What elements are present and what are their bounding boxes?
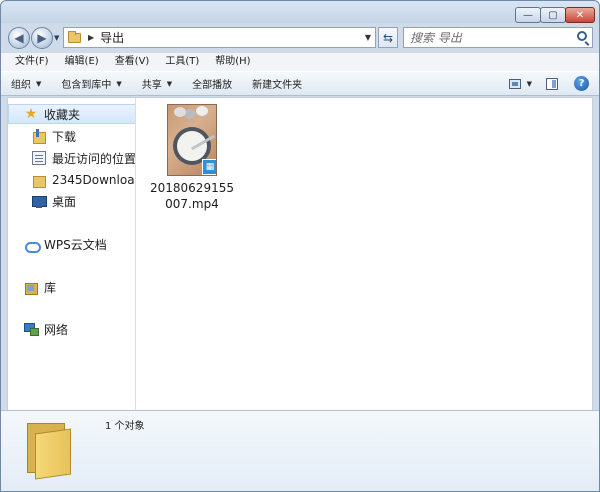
nav-wps-cloud-label: WPS云文档 [44,237,107,252]
cloud-icon [24,237,41,253]
address-bar[interactable]: ▶ 导出 ▼ [63,27,376,48]
nav-recent-label: 最近访问的位置 [52,151,136,166]
organize-button[interactable]: 组织 ▼ [11,76,42,92]
new-folder-button[interactable]: 新建文件夹 [252,76,302,91]
video-file-icon: ▦ [202,159,216,175]
details-pane: 1 个对象 [1,410,599,491]
nav-libraries[interactable]: 库 [8,277,135,297]
item-count: 1 个对象 [105,421,145,432]
minimize-button[interactable]: — [515,7,541,23]
menu-file[interactable]: 文件(F) [7,53,57,71]
nav-downloads[interactable]: 下载 [8,126,135,146]
maximize-button[interactable]: ▢ [540,7,566,23]
back-button[interactable]: ◀ [8,27,30,49]
view-controls: ▼ ? [508,76,589,91]
chevron-down-icon: ▼ [36,79,42,88]
refresh-button[interactable]: ⇆ [378,27,398,48]
breadcrumb-current[interactable]: 导出 [100,29,124,46]
folder-large-icon [23,419,75,480]
recent-pages-dropdown[interactable]: ▼ [54,34,59,42]
menu-view[interactable]: 查看(V) [107,53,158,71]
organize-label: 组织 [11,80,31,91]
explorer-window: — ▢ ✕ ◀ ▶ ▼ ▶ 导出 ▼ ⇆ 文件(F) 编辑(E) 查看(V) 工… [0,0,600,492]
nav-downloads-label: 下载 [52,129,77,144]
navigation-pane[interactable]: ★ 收藏夹 下载 最近访问的位置 2345Downloads 桌面 WPS [8,98,136,410]
nav-libraries-label: 库 [44,280,57,295]
file-item-video[interactable]: ▦ 20180629155007.mp4 [150,104,234,212]
address-history-dropdown[interactable]: ▼ [365,33,371,42]
folder-icon [32,173,46,188]
preview-pane-icon[interactable] [546,77,558,90]
menu-bar: 文件(F) 编辑(E) 查看(V) 工具(T) 帮助(H) [1,53,599,71]
close-button[interactable]: ✕ [565,7,595,23]
file-name: 20180629155007.mp4 [150,181,234,211]
nav-desktop-label: 桌面 [52,194,77,209]
share-button[interactable]: 共享 ▼ [141,76,173,92]
file-list[interactable]: ▦ 20180629155007.mp4 [138,98,592,410]
nav-2345downloads-label: 2345Downloads [52,173,135,187]
help-icon[interactable]: ? [574,76,589,91]
change-view-icon[interactable] [508,78,521,89]
download-folder-icon [32,129,46,144]
refresh-icon: ⇆ [382,30,394,45]
nav-2345downloads[interactable]: 2345Downloads [8,170,135,190]
menu-edit[interactable]: 编辑(E) [57,53,107,71]
breadcrumb-separator-icon[interactable]: ▶ [88,33,94,42]
nav-favorites[interactable]: ★ 收藏夹 [8,104,135,124]
view-options-dropdown[interactable]: ▼ [527,80,532,88]
library-icon [24,280,38,295]
network-icon [24,322,39,336]
title-bar: — ▢ ✕ [1,1,599,23]
nav-desktop[interactable]: 桌面 [8,191,135,211]
search-box[interactable] [403,27,593,48]
back-arrow-icon: ◀ [14,31,24,45]
nav-favorites-label: 收藏夹 [44,107,81,122]
chevron-down-icon: ▼ [116,79,122,88]
menu-help[interactable]: 帮助(H) [207,53,258,71]
search-input[interactable] [410,28,570,47]
chevron-down-icon: ▼ [166,79,173,88]
forward-button[interactable]: ▶ [31,27,53,49]
include-in-library-label: 包含到库中 [61,80,112,91]
nav-recent-places[interactable]: 最近访问的位置 [8,148,136,168]
menu-tools[interactable]: 工具(T) [157,53,207,71]
star-icon: ★ [24,106,38,122]
nav-wps-cloud[interactable]: WPS云文档 [8,234,135,254]
video-thumbnail: ▦ [167,104,217,176]
nav-network[interactable]: 网络 [8,319,135,339]
share-label: 共享 [141,80,162,91]
recent-places-icon [32,151,46,165]
nav-network-label: 网络 [44,322,69,337]
command-bar: 组织 ▼ 包含到库中 ▼ 共享 ▼ 全部播放 新建文件夹 ▼ ? [1,71,599,96]
search-icon[interactable] [577,31,587,41]
folder-icon [68,30,81,43]
desktop-icon [32,194,47,208]
include-in-library-button[interactable]: 包含到库中 ▼ [61,76,122,92]
play-all-button[interactable]: 全部播放 [192,76,232,91]
forward-arrow-icon: ▶ [37,31,47,45]
main-area: ★ 收藏夹 下载 最近访问的位置 2345Downloads 桌面 WPS [7,97,593,411]
